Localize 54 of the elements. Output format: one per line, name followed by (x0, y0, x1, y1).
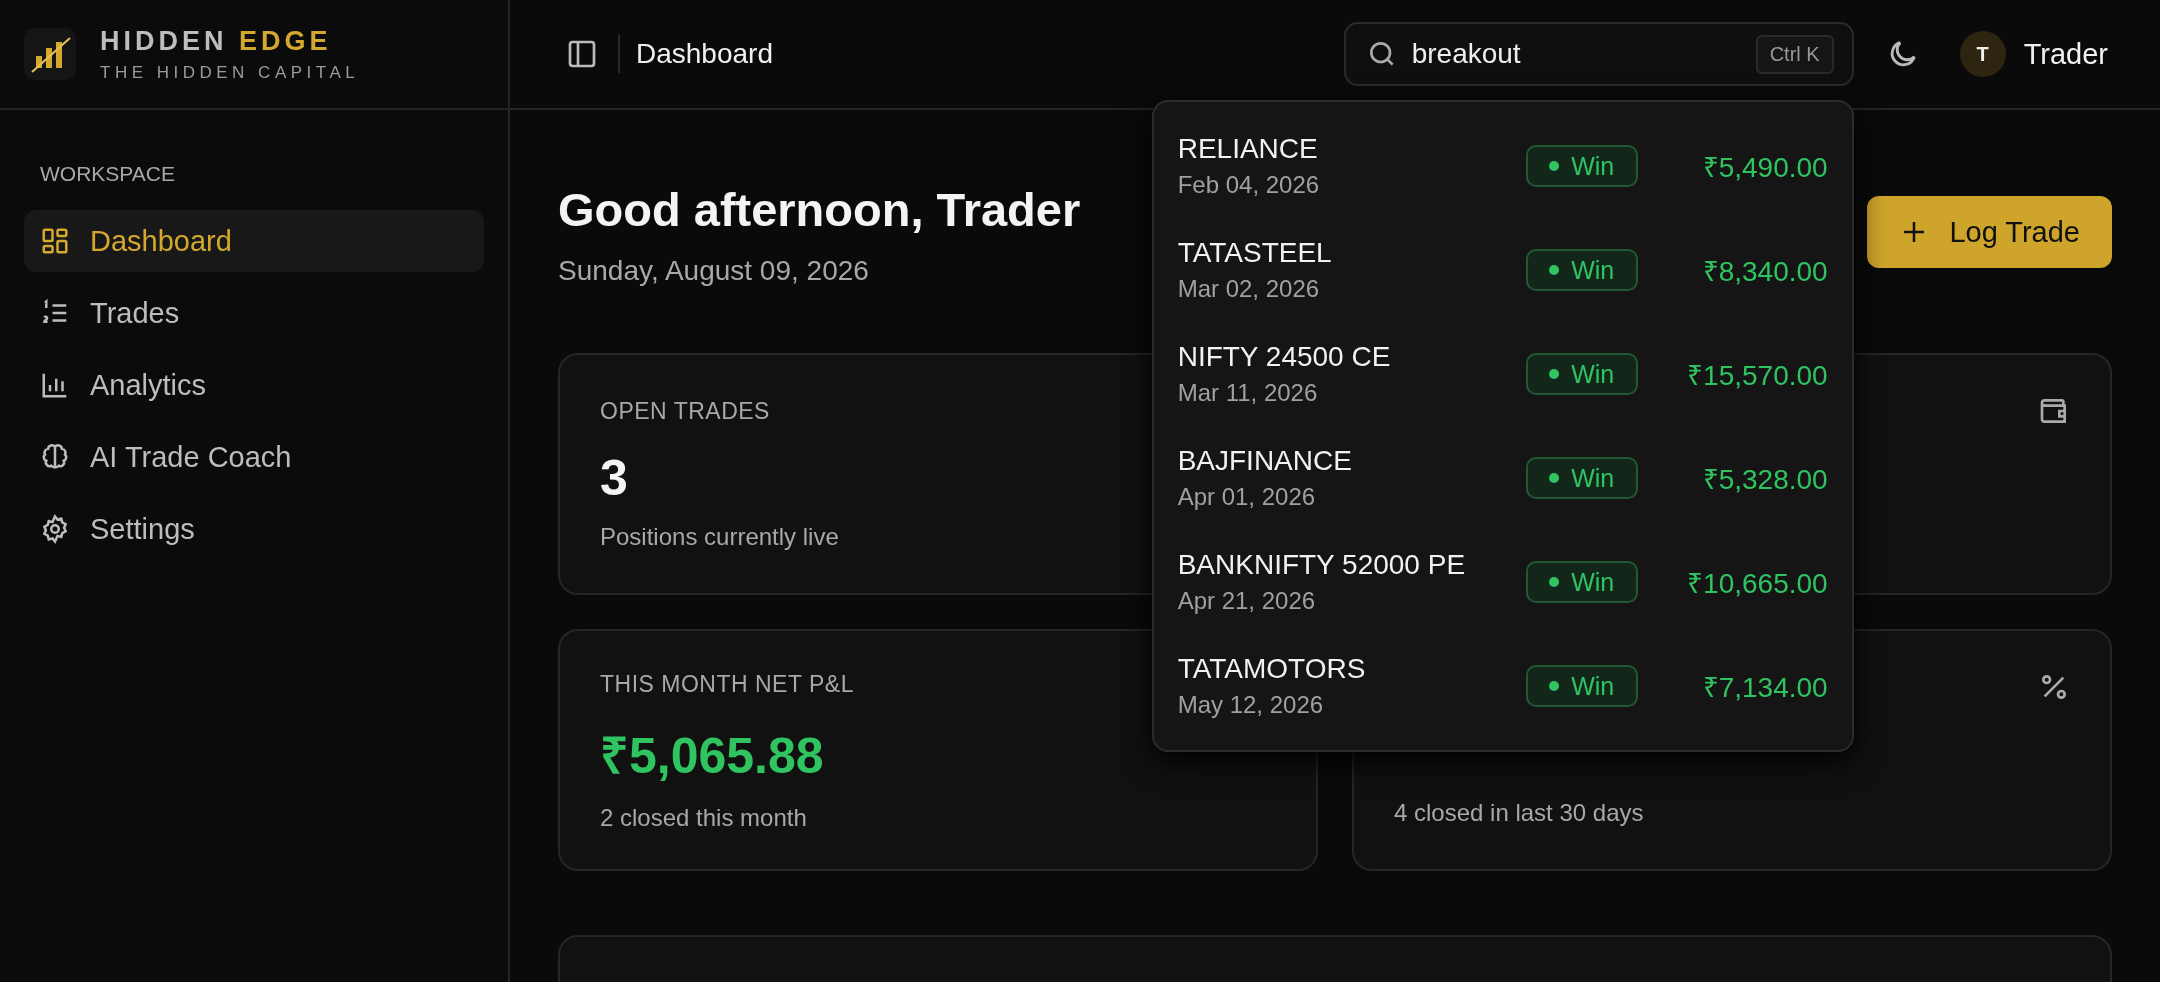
sidebar-item[interactable]: Settings (24, 498, 484, 560)
trade-symbol: BANKNIFTY 52000 PE (1177, 549, 1467, 581)
stat-note: 4 closed in last 30 days (1394, 799, 1645, 827)
trade-symbol: BAJFINANCE (1177, 445, 1353, 477)
search-result-item[interactable]: RELIANCE Feb 04, 2026 Win ₹5,490.00 (1177, 114, 1828, 218)
trade-date: May 12, 2026 (1177, 691, 1325, 719)
trade-symbol: RELIANCE (1177, 133, 1319, 165)
sidebar-item[interactable]: AI Trade Coach (24, 426, 484, 488)
brand-tagline: THE HIDDEN CAPITAL (100, 62, 360, 83)
trade-symbol: TATASTEEL (1177, 237, 1333, 269)
trade-symbol: TATAMOTORS (1177, 653, 1367, 685)
trade-date: Feb 04, 2026 (1177, 171, 1321, 199)
search-result-item[interactable]: BAJFINANCE Apr 01, 2026 Win ₹5,328.00 (1177, 426, 1828, 530)
trade-amount: ₹10,665.00 (1686, 567, 1828, 601)
section-label: WORKSPACE (39, 162, 176, 186)
log-trade-button[interactable]: Log Trade (1867, 196, 2112, 268)
trade-date: Apr 01, 2026 (1177, 483, 1317, 511)
outcome-badge: Win (1525, 249, 1638, 291)
search-result-item[interactable]: NIFTY 24500 CE Mar 11, 2026 Win ₹15,570.00 (1177, 322, 1828, 426)
sidebar-item[interactable]: Analytics (24, 354, 484, 416)
trade-date: Mar 11, 2026 (1177, 379, 1319, 407)
search-result-item[interactable]: TATASTEEL Mar 02, 2026 Win ₹8,340.00 (1177, 218, 1828, 322)
search-field[interactable]: breakout Ctrl K (1343, 22, 1854, 86)
brand-name: HIDDEN EDGE (100, 25, 333, 57)
trade-amount: ₹5,490.00 (1701, 151, 1828, 185)
outcome-badge: Win (1525, 145, 1638, 187)
outcome-badge: Win (1525, 457, 1638, 499)
outcome-badge: Win (1525, 353, 1638, 395)
user-avatar[interactable]: T (1959, 31, 2006, 77)
user-name[interactable]: Trader (2023, 37, 2108, 71)
trade-amount: ₹8,340.00 (1701, 255, 1828, 289)
search-result-item[interactable]: TATAMOTORS May 12, 2026 Win ₹7,134.00 (1177, 634, 1828, 738)
trade-symbol: NIFTY 24500 CE (1177, 341, 1392, 373)
stat-title: OPEN TRADES (600, 397, 770, 425)
outcome-badge: Win (1525, 561, 1638, 603)
stat-title: THIS MONTH NET P&L (600, 671, 854, 698)
greeting-heading: Good afternoon, Trader (558, 182, 1081, 237)
outcome-badge: Win (1525, 665, 1638, 707)
current-date: Sunday, August 09, 2026 (558, 255, 870, 287)
shortcut-hint: Ctrl K (1755, 34, 1834, 74)
trade-amount: ₹5,328.00 (1701, 463, 1828, 497)
stat-note: Positions currently live (600, 523, 840, 551)
search-input[interactable]: breakout (1411, 38, 1742, 70)
stat-value: ₹5,065.88 (600, 727, 824, 786)
trade-amount: ₹7,134.00 (1701, 671, 1828, 705)
trade-date: Apr 21, 2026 (1177, 587, 1317, 615)
page-title: Dashboard (636, 38, 773, 70)
stat-note: 2 closed this month (600, 804, 808, 832)
sidebar-item[interactable]: Trades (24, 282, 484, 344)
trade-amount: ₹15,570.00 (1686, 359, 1828, 393)
sidebar-item[interactable]: Dashboard (24, 210, 484, 272)
stat-value: 3 (600, 449, 628, 507)
search-result-item[interactable]: BANKNIFTY 52000 PE Apr 21, 2026 Win ₹10,665.00 (1177, 530, 1828, 634)
trade-date: Mar 02, 2026 (1177, 275, 1321, 303)
